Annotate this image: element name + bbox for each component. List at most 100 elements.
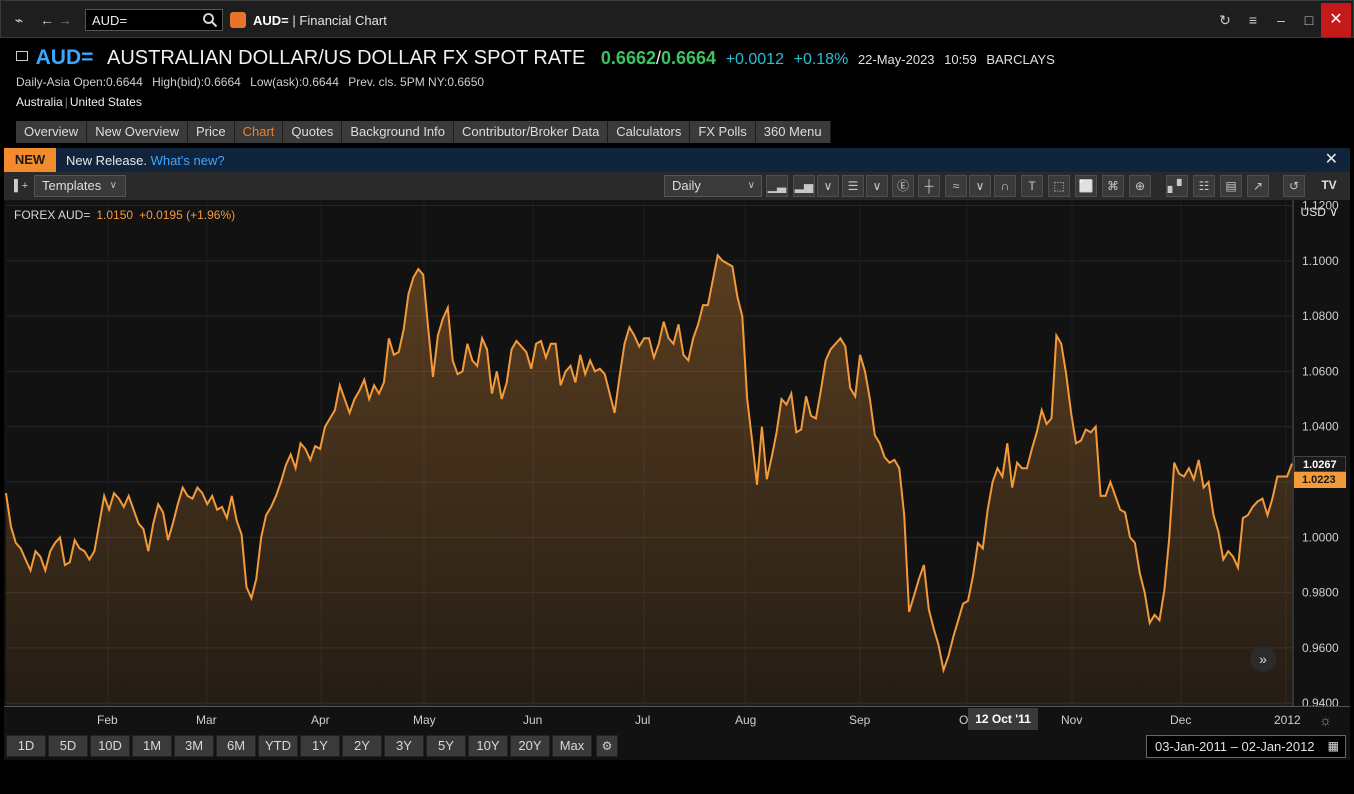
list-icon[interactable]: ☰ bbox=[842, 175, 864, 197]
y-tick-label: 1.0800 bbox=[1302, 309, 1339, 323]
x-tick-aug: Aug bbox=[735, 713, 757, 727]
chart-style-icon[interactable]: ▁▃ bbox=[766, 175, 788, 197]
chart-area[interactable]: 1.12001.10001.08001.06001.04001.02001.00… bbox=[4, 200, 1350, 706]
x-tick-nov: Nov bbox=[1061, 713, 1083, 727]
tab-new-overview[interactable]: New Overview bbox=[87, 121, 188, 143]
indicators-icon[interactable]: ▂▅ bbox=[793, 175, 815, 197]
x-tick-mar: Mar bbox=[196, 713, 217, 727]
range-bar: 1D 5D 10D 1M 3M 6M YTD 1Y 2Y 3Y 5Y 10Y 2… bbox=[4, 732, 1350, 760]
range-settings-icon[interactable]: ⚙ bbox=[596, 735, 618, 757]
tab-contributor-broker-data[interactable]: Contributor/Broker Data bbox=[454, 121, 609, 143]
search-input[interactable] bbox=[92, 12, 196, 28]
whats-new-link[interactable]: What's new? bbox=[151, 153, 225, 168]
tab-price[interactable]: Price bbox=[187, 121, 235, 143]
chart-toolbar: ▌+ Templates ∨ Daily ∨ ▁▃ ▂▅ ∨ ☰ ∨ Ⓔ ┼ ≈ ∨… bbox=[4, 172, 1350, 200]
app-logo-icon bbox=[230, 12, 246, 28]
range-6m-button[interactable]: 6M bbox=[216, 735, 256, 757]
range-max-button[interactable]: Max bbox=[552, 735, 592, 757]
back-icon[interactable]: ← bbox=[37, 10, 57, 30]
open-stat: Daily-Asia Open:0.6644 bbox=[16, 75, 143, 89]
search-icon[interactable] bbox=[202, 12, 218, 28]
legend-label: FOREX AUD= bbox=[14, 208, 91, 222]
zoom-icon[interactable]: ⊕ bbox=[1129, 175, 1151, 197]
legend-change: +0.0195 (+1.96%) bbox=[139, 208, 236, 222]
banner-close-icon[interactable]: ✕ bbox=[1325, 150, 1338, 170]
maximize-icon[interactable]: □ bbox=[1299, 10, 1319, 30]
currency-dropdown[interactable]: USD ∨ bbox=[1301, 205, 1338, 219]
range-2y-button[interactable]: 2Y bbox=[342, 735, 382, 757]
range-3y-button[interactable]: 3Y bbox=[384, 735, 424, 757]
country-2[interactable]: United States bbox=[70, 95, 142, 109]
tab-fx-polls[interactable]: FX Polls bbox=[690, 121, 756, 143]
reset-icon[interactable]: ↺ bbox=[1283, 175, 1305, 197]
quote-date: 22-May-2023 bbox=[857, 52, 935, 67]
tab-quotes[interactable]: Quotes bbox=[283, 121, 343, 143]
price-chart[interactable]: 1.12001.10001.08001.06001.04001.02001.00… bbox=[4, 200, 1350, 706]
interval-dropdown[interactable]: Daily ∨ bbox=[664, 175, 762, 197]
range-1y-button[interactable]: 1Y bbox=[300, 735, 340, 757]
annotation-icon[interactable]: ⌘ bbox=[1102, 175, 1124, 197]
range-ytd-button[interactable]: YTD bbox=[258, 735, 298, 757]
tab-360-menu[interactable]: 360 Menu bbox=[755, 121, 831, 143]
panel-toggle-icon[interactable]: ▌+ bbox=[14, 179, 28, 193]
y-tick-label: 1.1000 bbox=[1302, 254, 1339, 268]
date-range-picker[interactable]: 03-Jan-2011 – 02-Jan-2012 ▦ bbox=[1146, 735, 1346, 758]
y-tick-label: 0.9600 bbox=[1302, 641, 1339, 655]
quote-line: AUD= AUSTRALIAN DOLLAR/US DOLLAR FX SPOT… bbox=[16, 46, 1055, 72]
range-1m-button[interactable]: 1M bbox=[132, 735, 172, 757]
tab-chart[interactable]: Chart bbox=[234, 121, 284, 143]
country-line: Australia | United States bbox=[16, 95, 142, 109]
analysis-icon[interactable]: ↗ bbox=[1247, 175, 1269, 197]
quote-header: AUD= AUSTRALIAN DOLLAR/US DOLLAR FX SPOT… bbox=[0, 38, 1354, 148]
grid-icon[interactable]: ☷ bbox=[1193, 175, 1215, 197]
link-icon[interactable]: ⌁ bbox=[9, 10, 29, 30]
minimize-icon[interactable]: – bbox=[1271, 10, 1291, 30]
calendar-icon[interactable]: ▦ bbox=[1328, 736, 1339, 757]
tab-calculators[interactable]: Calculators bbox=[608, 121, 691, 143]
popout-icon[interactable] bbox=[16, 51, 28, 61]
search-box[interactable] bbox=[85, 9, 223, 31]
forward-icon[interactable]: → bbox=[55, 10, 75, 30]
tab-overview[interactable]: Overview bbox=[16, 121, 88, 143]
range-20y-button[interactable]: 20Y bbox=[510, 735, 550, 757]
magnet-icon[interactable]: ∩ bbox=[994, 175, 1016, 197]
range-1d-button[interactable]: 1D bbox=[6, 735, 46, 757]
range-10y-button[interactable]: 10Y bbox=[468, 735, 508, 757]
range-3m-button[interactable]: 3M bbox=[174, 735, 214, 757]
scroll-right-button[interactable]: » bbox=[1250, 646, 1276, 672]
range-5y-button[interactable]: 5Y bbox=[426, 735, 466, 757]
range-10d-button[interactable]: 10D bbox=[90, 735, 130, 757]
compare-menu-icon[interactable]: ∨ bbox=[969, 175, 991, 197]
tradingview-logo-icon: TV bbox=[1321, 178, 1337, 192]
events-icon[interactable]: Ⓔ bbox=[892, 175, 914, 197]
zoom-area-icon[interactable]: ⬜ bbox=[1075, 175, 1097, 197]
date-range-start: 03-Jan-2011 bbox=[1155, 739, 1228, 754]
crosshair-icon[interactable]: ┼ bbox=[918, 175, 940, 197]
tab-background-info[interactable]: Background Info bbox=[342, 121, 455, 143]
compare-icon[interactable]: ≈ bbox=[945, 175, 967, 197]
bar-chart-icon[interactable]: ▖▘ bbox=[1166, 175, 1188, 197]
x-tick-2012: 2012 bbox=[1274, 713, 1301, 727]
date-range-end: 02-Jan-2012 bbox=[1241, 739, 1315, 754]
chart-legend: FOREX AUD= 1.0150 +0.0195 (+1.96%) bbox=[14, 208, 235, 222]
currency-label: USD bbox=[1300, 205, 1326, 219]
export-icon[interactable]: ▤ bbox=[1220, 175, 1242, 197]
country-1[interactable]: Australia bbox=[16, 95, 63, 109]
select-area-icon[interactable]: ⬚ bbox=[1048, 175, 1070, 197]
menu-icon[interactable]: ≡ bbox=[1243, 10, 1263, 30]
x-tick-jul: Jul bbox=[635, 713, 651, 727]
range-5d-button[interactable]: 5D bbox=[48, 735, 88, 757]
axis-settings-icon[interactable]: ☼ bbox=[1319, 712, 1332, 728]
list-menu-icon[interactable]: ∨ bbox=[866, 175, 888, 197]
refresh-icon[interactable]: ↻ bbox=[1215, 10, 1235, 30]
ric-code: AUD= bbox=[35, 46, 94, 69]
new-badge: NEW bbox=[4, 148, 56, 172]
window-title: AUD= | Financial Chart bbox=[253, 13, 387, 28]
templates-dropdown[interactable]: Templates ∨ bbox=[34, 175, 126, 197]
x-tick-dec: Dec bbox=[1170, 713, 1192, 727]
high-stat: High(bid):0.6664 bbox=[152, 75, 241, 89]
bottom-spacer bbox=[0, 760, 1354, 794]
indicators-menu-icon[interactable]: ∨ bbox=[817, 175, 839, 197]
close-window-button[interactable]: ✕ bbox=[1321, 3, 1351, 37]
text-tool-icon[interactable]: T bbox=[1021, 175, 1043, 197]
